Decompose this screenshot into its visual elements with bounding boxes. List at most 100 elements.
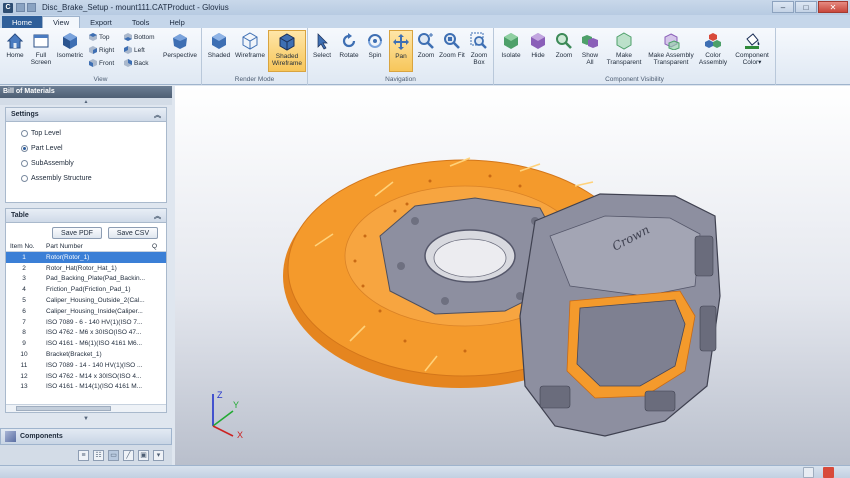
pan-arrows-icon [392, 33, 410, 51]
tab-tools[interactable]: Tools [122, 16, 160, 28]
zoom-fit-button[interactable]: Zoom Fit [439, 32, 465, 59]
zoom-button[interactable]: Zoom [415, 32, 437, 59]
part-number-cell: ISO 4161 - M14(1)(ISO 4161 M... [46, 383, 143, 391]
col-quantity[interactable]: Q [152, 243, 160, 250]
radio-subassembly[interactable]: SubAssembly [6, 156, 166, 171]
table-row[interactable]: 3 Pad_Backing_Plate(Pad_Backin... [6, 274, 166, 285]
wireframe-button[interactable]: Wireframe [233, 32, 267, 59]
isometric-button[interactable]: Isometric [55, 32, 85, 59]
shaded-button[interactable]: Shaded [206, 32, 232, 59]
table-row[interactable]: 11 ISO 7089 - 14 - 140 HV(1)(ISO ... [6, 360, 166, 371]
home-view-button[interactable]: Home [3, 32, 27, 59]
bottom-view-button[interactable]: Bottom [124, 33, 155, 41]
right-view-button[interactable]: Right [89, 46, 114, 54]
table-row[interactable]: 9 ISO 4161 - M6(1)(ISO 4161 M6... [6, 338, 166, 349]
radio-button-selected-icon[interactable] [21, 145, 28, 152]
make-assembly-transparent-button[interactable]: Make Assembly Transparent [646, 32, 696, 66]
list-view-icon[interactable]: ≡ [78, 449, 89, 461]
pan-button[interactable]: Pan [389, 30, 413, 72]
minimize-button[interactable]: – [772, 1, 794, 13]
table-panel: Table ︽ Save PDF Save CSV Item No. Part … [5, 208, 167, 413]
menu-bar: Home View Export Tools Help [0, 15, 850, 28]
group-label-render-mode: Render Mode [234, 76, 275, 83]
make-transparent-button[interactable]: Make Transparent [604, 32, 644, 66]
table-view-icon[interactable]: ▭ [108, 449, 119, 461]
tab-view[interactable]: View [42, 16, 81, 28]
radio-button-icon[interactable] [21, 130, 28, 137]
caliper[interactable]: Crown [519, 193, 721, 437]
radio-assembly-structure[interactable]: Assembly Structure [6, 171, 166, 186]
item-no-cell: 4 [22, 286, 26, 294]
3d-viewport[interactable]: Crown Z Y X [175, 86, 850, 465]
save-pdf-button[interactable]: Save PDF [52, 227, 102, 239]
radio-top-level[interactable]: Top Level [6, 126, 166, 141]
close-button[interactable]: ✕ [818, 1, 848, 13]
fullscreen-button[interactable]: Full Screen [29, 32, 53, 66]
component-zoom-button[interactable]: Zoom [552, 32, 576, 59]
top-view-button[interactable]: Top [89, 33, 109, 41]
quick-access-open-icon[interactable] [16, 3, 25, 12]
measure-icon[interactable]: ╱ [123, 449, 134, 461]
perspective-button[interactable]: Perspective [160, 32, 200, 59]
shaded-wireframe-button[interactable]: Shaded Wireframe [268, 30, 306, 72]
panel-collapse-down-icon[interactable]: ▼ [0, 413, 172, 425]
show-all-button[interactable]: Show All [578, 32, 602, 66]
cursor-arrow-icon [313, 32, 331, 50]
left-view-icon [124, 46, 132, 54]
color-assembly-button[interactable]: Color Assembly [698, 32, 728, 66]
app-icon[interactable]: C [3, 2, 13, 13]
radio-part-level[interactable]: Part Level [6, 141, 166, 156]
tab-help[interactable]: Help [159, 16, 194, 28]
col-item-no[interactable]: Item No. [6, 243, 42, 250]
rotate-button[interactable]: Rotate [336, 32, 362, 59]
tab-home[interactable]: Home [2, 16, 43, 28]
col-part-number[interactable]: Part Number [42, 243, 152, 250]
status-expand-icon[interactable] [803, 467, 814, 478]
status-notification-icon[interactable] [823, 467, 834, 478]
table-row[interactable]: 12 ISO 4762 - M14 x 30ISO(ISO 4... [6, 371, 166, 382]
collapse-chevron-icon[interactable]: ︽ [154, 211, 161, 221]
spin-icon [366, 32, 384, 50]
table-row[interactable]: 1 Rotor(Rotor_1) [6, 252, 166, 263]
save-csv-button[interactable]: Save CSV [108, 227, 158, 239]
spin-button[interactable]: Spin [364, 32, 386, 59]
radio-button-icon[interactable] [21, 160, 28, 167]
table-row[interactable]: 4 Friction_Pad(Friction_Pad_1) [6, 284, 166, 295]
left-view-button[interactable]: Left [124, 46, 145, 54]
table-row[interactable]: 2 Rotor_Hat(Rotor_Hat_1) [6, 263, 166, 274]
collapse-chevron-icon[interactable]: ︽ [154, 110, 161, 120]
isolate-button[interactable]: Isolate [498, 32, 524, 59]
select-button[interactable]: Select [311, 32, 333, 59]
table-row[interactable]: 8 ISO 4762 - M6 x 30ISO(ISO 47... [6, 328, 166, 339]
table-row[interactable]: 7 ISO 7089 - 6 - 140 HV(1)(ISO 7... [6, 317, 166, 328]
horizontal-scrollbar[interactable] [6, 404, 166, 412]
maximize-button[interactable]: □ [795, 1, 817, 13]
table-header: Item No. Part Number Q [6, 241, 166, 252]
brake-model-render[interactable]: Crown Z Y X [175, 86, 850, 465]
back-view-button[interactable]: Back [124, 59, 148, 67]
item-no-cell: 9 [22, 340, 26, 348]
tree-view-icon[interactable]: ☷ [93, 449, 104, 461]
scrollbar-thumb[interactable] [16, 406, 111, 411]
panel-collapse-up-icon[interactable]: ▲ [0, 98, 172, 105]
table-row[interactable]: 6 Caliper_Housing_Inside(Caliper... [6, 306, 166, 317]
radio-button-icon[interactable] [21, 175, 28, 182]
components-cube-icon [5, 431, 16, 442]
table-panel-header[interactable]: Table ︽ [6, 209, 166, 223]
table-row[interactable]: 5 Caliper_Housing_Outside_2(Cal... [6, 295, 166, 306]
components-panel-tab[interactable]: Components [0, 428, 172, 445]
quick-access-save-icon[interactable] [27, 3, 36, 12]
table-row[interactable]: 13 ISO 4161 - M14(1)(ISO 4161 M... [6, 382, 166, 393]
zoom-box-button[interactable]: Zoom Box [466, 32, 492, 66]
component-color-dropdown[interactable]: Component Color▾ [730, 32, 774, 66]
part-number-cell: Bracket(Bracket_1) [46, 351, 102, 359]
front-view-button[interactable]: Front [89, 59, 114, 67]
settings-panel-header[interactable]: Settings ︽ [6, 108, 166, 122]
properties-icon[interactable]: ▣ [138, 449, 149, 461]
more-icon[interactable]: ▾ [153, 449, 164, 461]
zoom-box-icon [470, 32, 488, 50]
part-number-cell: Rotor(Rotor_1) [46, 253, 90, 261]
hide-button[interactable]: Hide [526, 32, 550, 59]
table-row[interactable]: 10 Bracket(Bracket_1) [6, 349, 166, 360]
tab-export[interactable]: Export [80, 16, 122, 28]
